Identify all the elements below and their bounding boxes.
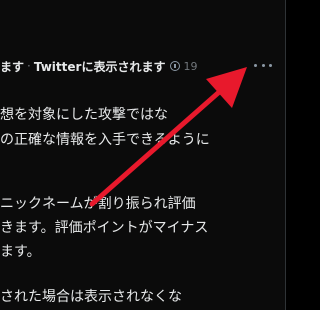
- tweet-text-line: の正確な情報を入手できるように: [0, 132, 210, 148]
- header-separator: ·: [27, 59, 31, 73]
- scrollbar-track[interactable]: [286, 0, 298, 310]
- tweet-header: ます · Twitterに表示されます 19: [0, 56, 197, 76]
- header-label-a: ます: [0, 59, 25, 74]
- header-count: 19: [183, 59, 198, 73]
- tweet-card: ます · Twitterに表示されます 19 想を対象にした攻撃ではな の正確な…: [0, 0, 286, 310]
- more-dot-icon: [254, 63, 257, 67]
- tweet-text-line: きます。評価ポイントがマイナス: [0, 220, 209, 236]
- tweet-text-line: ます。: [0, 244, 41, 260]
- header-label-b: Twitterに表示されます: [33, 59, 166, 74]
- more-options-button[interactable]: [254, 58, 272, 72]
- more-dot-icon: [269, 63, 272, 67]
- more-dot-icon: [261, 63, 265, 67]
- tweet-text-line: ニックネームが割り振られ評価: [0, 196, 196, 212]
- info-icon[interactable]: [170, 61, 181, 71]
- tweet-text-line: された場合は表示されなくな: [0, 289, 182, 305]
- tweet-text-line: 想を対象にした攻撃ではな: [0, 107, 168, 123]
